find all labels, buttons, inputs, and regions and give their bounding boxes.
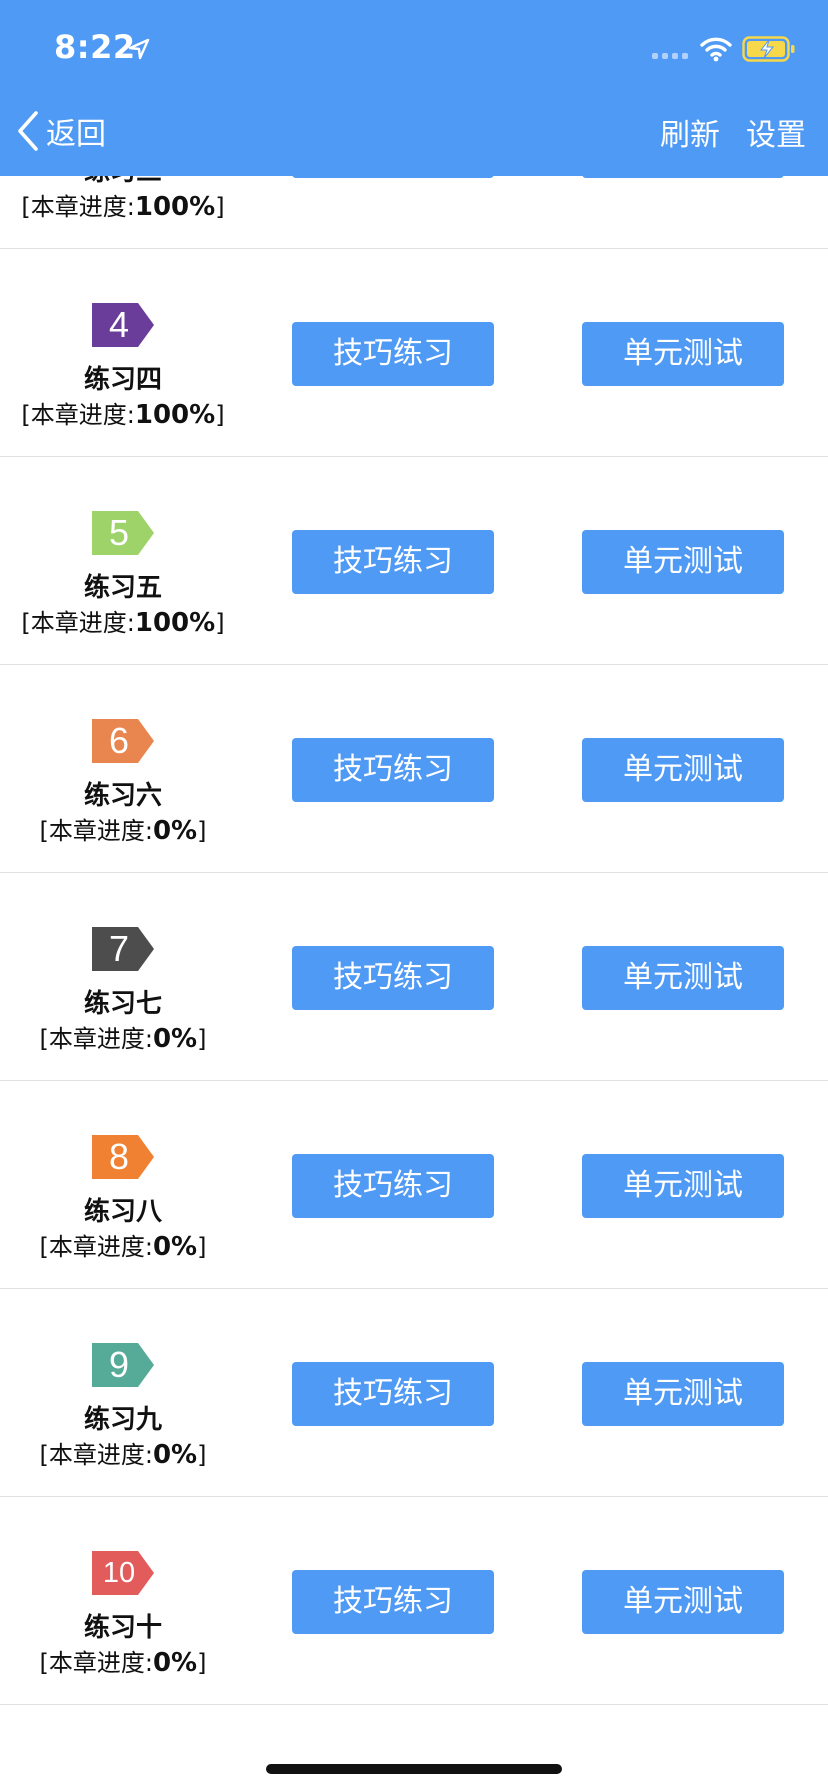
- top-bar: 8:22 返回 刷新 设置: [0, 0, 828, 176]
- exercise-row: 10 练习十 [本章进度:0%] 技巧练习 单元测试: [0, 1497, 828, 1705]
- exercise-row: 6 练习六 [本章进度:0%] 技巧练习 单元测试: [0, 665, 828, 873]
- exercise-title: 练习六: [83, 781, 162, 811]
- progress-suffix: ]: [215, 609, 225, 637]
- exercise-number: 8: [108, 1136, 130, 1177]
- skill-practice-button[interactable]: 技巧练习: [292, 1154, 494, 1218]
- exercise-title: 练习四: [83, 365, 162, 395]
- progress-prefix: [本章进度:: [39, 1441, 153, 1469]
- chapter-progress: [本章进度:100%]: [0, 187, 246, 222]
- progress-value: 100%: [134, 400, 216, 430]
- progress-value: 0%: [152, 1232, 198, 1262]
- skill-practice-button[interactable]: 技巧练习: [292, 322, 494, 386]
- exercise-row: 4 练习四 [本章进度:100%] 技巧练习 单元测试: [0, 249, 828, 457]
- exercise-number: 5: [108, 512, 130, 553]
- chapter-progress: [本章进度:0%]: [0, 1019, 246, 1054]
- chapter-progress: [本章进度:100%]: [0, 603, 246, 638]
- exercise-row: 5 练习五 [本章进度:100%] 技巧练习 单元测试: [0, 457, 828, 665]
- exercise-title: 练习八: [83, 1197, 162, 1227]
- exercise-title: 练习七: [83, 989, 162, 1019]
- unit-test-button[interactable]: 单元测试: [582, 322, 784, 386]
- unit-test-button[interactable]: 单元测试: [582, 1362, 784, 1426]
- progress-value: 0%: [152, 1648, 198, 1678]
- exercise-number-badge: 5: [92, 511, 154, 555]
- exercise-row: 9 练习九 [本章进度:0%] 技巧练习 单元测试: [0, 1289, 828, 1497]
- progress-suffix: ]: [197, 1649, 207, 1677]
- progress-suffix: ]: [215, 193, 225, 221]
- home-indicator: [266, 1764, 562, 1774]
- skill-practice-button[interactable]: 技巧练习: [292, 530, 494, 594]
- progress-prefix: [本章进度:: [39, 1649, 153, 1677]
- wifi-icon: [700, 37, 732, 62]
- unit-test-button[interactable]: 单元测试: [582, 1154, 784, 1218]
- chevron-left-icon: [18, 111, 38, 151]
- exercise-number: 10: [102, 1557, 136, 1589]
- back-button[interactable]: 返回: [14, 108, 106, 154]
- progress-suffix: ]: [197, 1233, 207, 1261]
- cellular-signal-icon: [652, 53, 688, 59]
- status-time: 8:22: [54, 28, 136, 66]
- progress-prefix: [本章进度:: [39, 1233, 153, 1261]
- chapter-progress: [本章进度:0%]: [0, 811, 246, 846]
- progress-value: 100%: [134, 192, 216, 222]
- progress-suffix: ]: [197, 1025, 207, 1053]
- unit-test-button[interactable]: 单元测试: [582, 738, 784, 802]
- progress-prefix: [本章进度:: [21, 193, 135, 221]
- settings-button[interactable]: 设置: [746, 110, 806, 154]
- exercise-title: 练习十: [83, 1613, 162, 1643]
- chapter-progress: [本章进度:100%]: [0, 395, 246, 430]
- exercise-number-badge: 10: [92, 1551, 154, 1595]
- skill-practice-button[interactable]: 技巧练习: [292, 1570, 494, 1634]
- exercise-number-badge: 4: [92, 303, 154, 347]
- chapter-progress: [本章进度:0%]: [0, 1643, 246, 1678]
- progress-value: 0%: [152, 1024, 198, 1054]
- refresh-button[interactable]: 刷新: [660, 110, 720, 154]
- skill-practice-button[interactable]: 技巧练习: [292, 946, 494, 1010]
- exercise-number-badge: 6: [92, 719, 154, 763]
- skill-practice-button[interactable]: 技巧练习: [292, 738, 494, 802]
- exercise-row: 8 练习八 [本章进度:0%] 技巧练习 单元测试: [0, 1081, 828, 1289]
- unit-test-button[interactable]: 单元测试: [582, 946, 784, 1010]
- progress-suffix: ]: [215, 401, 225, 429]
- exercise-number-badge: 9: [92, 1343, 154, 1387]
- progress-value: 0%: [152, 1440, 198, 1470]
- skill-practice-button[interactable]: 技巧练习: [292, 1362, 494, 1426]
- back-label: 返回: [46, 117, 106, 152]
- progress-value: 100%: [134, 608, 216, 638]
- exercise-number-badge: 8: [92, 1135, 154, 1179]
- exercise-title: 练习九: [83, 1405, 162, 1435]
- progress-suffix: ]: [197, 817, 207, 845]
- exercise-number: 9: [108, 1344, 130, 1385]
- progress-prefix: [本章进度:: [21, 609, 135, 637]
- progress-suffix: ]: [197, 1441, 207, 1469]
- exercise-number-badge: 7: [92, 927, 154, 971]
- location-arrow-icon: [128, 38, 150, 60]
- progress-prefix: [本章进度:: [39, 817, 153, 845]
- exercise-number: 6: [108, 720, 130, 761]
- battery-charging-icon: [742, 36, 795, 62]
- exercise-title: 练习五: [83, 573, 162, 603]
- progress-prefix: [本章进度:: [39, 1025, 153, 1053]
- progress-value: 0%: [152, 816, 198, 846]
- exercise-row: 7 练习七 [本章进度:0%] 技巧练习 单元测试: [0, 873, 828, 1081]
- chapter-progress: [本章进度:0%]: [0, 1435, 246, 1470]
- exercise-number: 4: [108, 304, 130, 345]
- chapter-progress: [本章进度:0%]: [0, 1227, 246, 1262]
- unit-test-button[interactable]: 单元测试: [582, 1570, 784, 1634]
- nav-actions: 刷新 设置: [660, 110, 806, 154]
- unit-test-button[interactable]: 单元测试: [582, 530, 784, 594]
- exercise-number: 7: [108, 928, 130, 969]
- progress-prefix: [本章进度:: [21, 401, 135, 429]
